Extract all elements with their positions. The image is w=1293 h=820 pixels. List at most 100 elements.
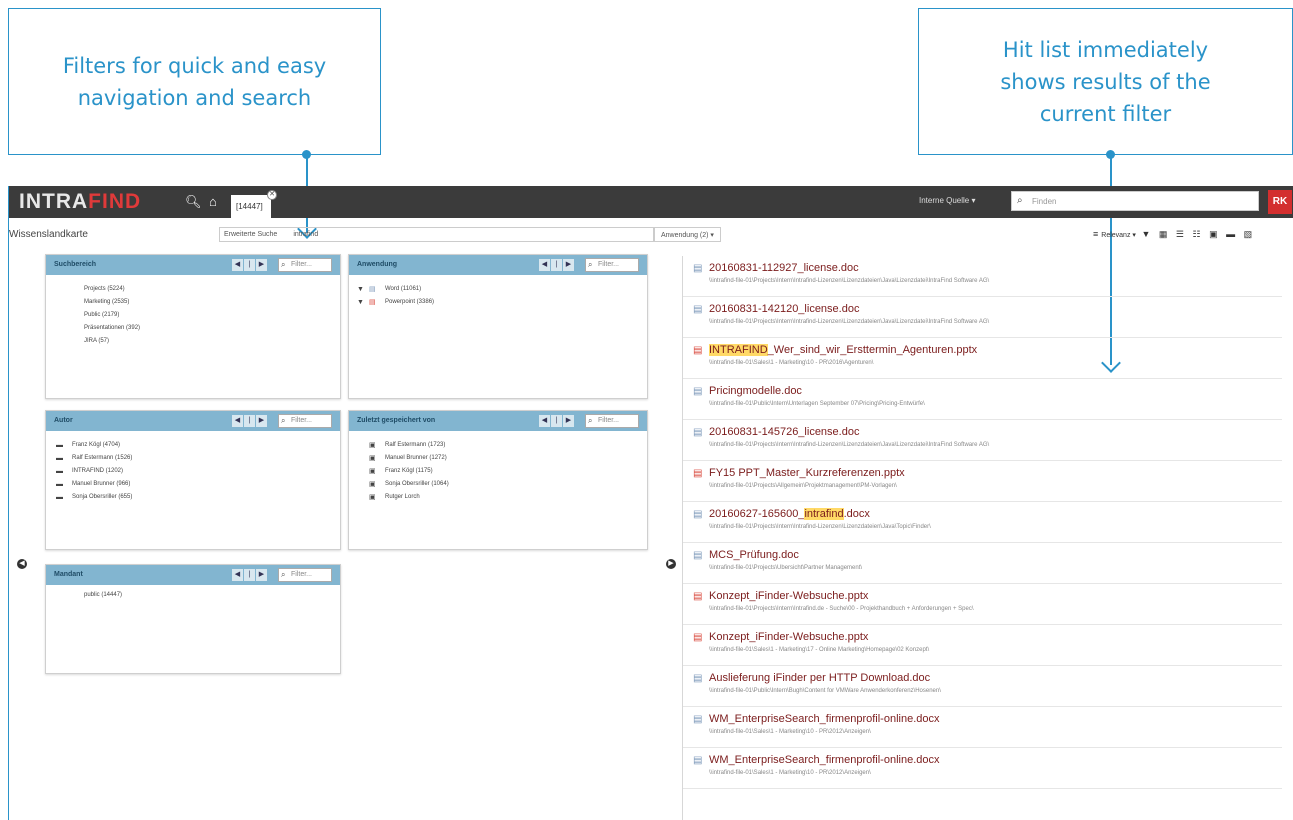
facet-item[interactable]: public (14447) bbox=[46, 589, 340, 602]
tab-results[interactable]: [14447] bbox=[231, 195, 271, 218]
facet-item[interactable]: ▬ Sonja Obersriller (655) bbox=[46, 491, 340, 504]
close-icon[interactable]: ✕ bbox=[267, 190, 277, 200]
hit-item[interactable]: ▤ Auslieferung iFinder per HTTP Download.… bbox=[683, 666, 1282, 707]
hit-title[interactable]: Konzept_iFinder-Websuche.pptx bbox=[709, 631, 868, 643]
hit-item[interactable]: ▤ 20160627-165600_intrafind.docx \\intrafi… bbox=[683, 502, 1282, 543]
export-icon[interactable]: ▧ bbox=[1244, 229, 1256, 239]
facet-panel-mandant: Mandant ◀ | ▶ ⌕ Filter... public (14447) bbox=[45, 564, 341, 674]
save-icon: ▣ bbox=[369, 468, 376, 475]
hit-path: \\intrafind-file-01\Sales\1 - Marketing\… bbox=[709, 770, 871, 776]
facet-item[interactable]: ▬ Manuel Brunner (966) bbox=[46, 478, 340, 491]
grid-view-icon[interactable]: ▦ bbox=[1159, 229, 1171, 239]
save-icon[interactable]: ▣ bbox=[1209, 229, 1221, 239]
hit-item[interactable]: ▤ Pricingmodelle.doc \\intrafind-file-01\P… bbox=[683, 379, 1282, 420]
panel-title: Zuletzt gespeichert von bbox=[357, 417, 436, 424]
panel-filter-input[interactable]: ⌕ Filter... bbox=[585, 258, 639, 272]
sort-dropdown[interactable]: Relevanz ▾ bbox=[1101, 232, 1136, 239]
hit-path: \\intrafind-file-01\Sales\1 - Marketing\… bbox=[709, 729, 871, 735]
advanced-search-field[interactable]: Erweiterte Suche intrafind bbox=[219, 227, 654, 242]
save-icon: ▣ bbox=[369, 455, 376, 462]
list-view-icon[interactable]: ☰ bbox=[1176, 229, 1187, 239]
panel-controls[interactable]: ◀ | ▶ bbox=[232, 259, 268, 271]
hit-title[interactable]: Konzept_iFinder-Websuche.pptx bbox=[709, 590, 868, 602]
facet-item[interactable]: ▬ INTRAFIND (1202) bbox=[46, 465, 340, 478]
facet-item[interactable]: ▣ Rutger Lorch bbox=[349, 491, 647, 504]
facet-item[interactable]: Präsentationen (392) bbox=[46, 322, 340, 335]
hit-item[interactable]: ▤ Konzept_iFinder-Websuche.pptx \\intrafin… bbox=[683, 625, 1282, 666]
hit-title[interactable]: INTRAFIND_Wer_sind_wir_Ersttermin_Agentu… bbox=[709, 344, 977, 356]
facet-item[interactable]: Projects (5224) bbox=[46, 283, 340, 296]
panel-filter-input[interactable]: ⌕ Filter... bbox=[278, 414, 332, 428]
facet-item[interactable]: Public (2179) bbox=[46, 309, 340, 322]
hit-title[interactable]: Pricingmodelle.doc bbox=[709, 385, 802, 397]
application-filter-dropdown[interactable]: Anwendung (2) ▾ bbox=[654, 227, 721, 242]
collapse-left-icon[interactable]: ◀ bbox=[17, 559, 27, 569]
toggle-icon[interactable]: ▬ bbox=[1226, 229, 1238, 239]
hit-title[interactable]: 20160831-142120_license.doc bbox=[709, 303, 859, 315]
facet-item[interactable]: ▬ Ralf Estermann (1526) bbox=[46, 452, 340, 465]
panel-filter-input[interactable]: ⌕ Filter... bbox=[585, 414, 639, 428]
facet-item[interactable]: ▬ Franz Kögl (4704) bbox=[46, 439, 340, 452]
panel-controls[interactable]: ◀ | ▶ bbox=[232, 569, 268, 581]
hit-item[interactable]: ▤ MCS_Prüfung.doc \\intrafind-file-01\Proj… bbox=[683, 543, 1282, 584]
hit-title[interactable]: Auslieferung iFinder per HTTP Download.d… bbox=[709, 672, 930, 684]
word-doc-icon: ▤ bbox=[693, 509, 703, 520]
hit-title[interactable]: 20160831-112927_license.doc bbox=[709, 262, 859, 274]
sub-bar: Wissenslandkarte Erweiterte Suche intrafi… bbox=[9, 218, 1293, 244]
powerpoint-icon: ▤ bbox=[693, 632, 703, 643]
avatar[interactable]: RK bbox=[1268, 190, 1292, 214]
facet-item[interactable]: ▣ Sonja Obersriller (1064) bbox=[349, 478, 647, 491]
hit-title[interactable]: 20160627-165600_intrafind.docx bbox=[709, 508, 870, 520]
search-icon[interactable]: 🔍︎ bbox=[185, 194, 202, 210]
panel-filter-input[interactable]: ⌕ Filter... bbox=[278, 258, 332, 272]
hit-item[interactable]: ▤ 20160831-112927_license.doc \\intrafind-… bbox=[683, 256, 1282, 297]
detail-view-icon[interactable]: ☷ bbox=[1193, 229, 1204, 239]
hit-item[interactable]: ▤ 20160831-145726_license.doc \\intrafind-… bbox=[683, 420, 1282, 461]
facet-item[interactable]: JIRA (57) bbox=[46, 335, 340, 348]
panel-title: Mandant bbox=[54, 571, 83, 578]
view-toolbar[interactable]: ≡Relevanz ▾ ▼ ▦ ☰ ☷ ▣ ▬ ▧ bbox=[1093, 229, 1255, 240]
hit-path: \\intrafind-file-01\Projects\Intern\Intr… bbox=[709, 319, 990, 325]
filter-icon[interactable]: ▼ bbox=[357, 283, 364, 296]
hit-title[interactable]: WM_EnterpriseSearch_firmenprofil-online.… bbox=[709, 754, 939, 766]
hit-path: \\intrafind-file-01\Projects\Intern\Intr… bbox=[709, 524, 931, 530]
hit-path: \\intrafind-file-01\Projects\Intern\Intr… bbox=[709, 606, 974, 612]
powerpoint-icon: ▤ bbox=[693, 345, 703, 356]
source-dropdown[interactable]: Interne Quelle ▾ bbox=[919, 196, 976, 205]
hit-title[interactable]: MCS_Prüfung.doc bbox=[709, 549, 799, 561]
hit-item[interactable]: ▤ WM_EnterpriseSearch_firmenprofil-online… bbox=[683, 707, 1282, 748]
hit-item[interactable]: ▤ 20160831-142120_license.doc \\intrafind-… bbox=[683, 297, 1282, 338]
app-window: INTRAFIND 🔍︎ ⌂ [14447] ✕ Interne Quelle … bbox=[8, 186, 1293, 820]
facet-item[interactable]: ▣ Franz Kögl (1175) bbox=[349, 465, 647, 478]
panel-title: Autor bbox=[54, 417, 73, 424]
word-doc-icon: ▤ bbox=[693, 714, 703, 725]
filter-icon[interactable]: ▼ bbox=[1141, 229, 1153, 239]
hit-item[interactable]: ▤ FY15 PPT_Master_Kurzreferenzen.pptx \\in… bbox=[683, 461, 1282, 502]
hit-item[interactable]: ▤ WM_EnterpriseSearch_firmenprofil-online… bbox=[683, 748, 1282, 789]
facet-item[interactable]: ▼ ▤ Powerpoint (3386) bbox=[349, 296, 647, 309]
facet-item[interactable]: ▼ ▤ Word (11061) bbox=[349, 283, 647, 296]
hit-path: \\intrafind-file-01\Public\Intern\Bugh\C… bbox=[709, 688, 941, 694]
collapse-right-icon[interactable]: ▶ bbox=[666, 559, 676, 569]
facet-panel-suchbereich: Suchbereich ◀ | ▶ ⌕ Filter... Projects (522… bbox=[45, 254, 341, 399]
filter-icon[interactable]: ▼ bbox=[357, 296, 364, 309]
hit-path: \\intrafind-file-01\Sales\1 - Marketing\… bbox=[709, 647, 930, 653]
hit-item[interactable]: ▤ INTRAFIND_Wer_sind_wir_Ersttermin_Agent… bbox=[683, 338, 1282, 379]
word-doc-icon: ▤ bbox=[693, 427, 703, 438]
word-doc-icon: ▤ bbox=[693, 673, 703, 684]
hit-item[interactable]: ▤ Konzept_iFinder-Websuche.pptx \\intrafin… bbox=[683, 584, 1282, 625]
panel-title: Anwendung bbox=[357, 261, 398, 268]
word-doc-icon: ▤ bbox=[693, 304, 703, 315]
facet-item[interactable]: ▣ Ralf Estermann (1723) bbox=[349, 439, 647, 452]
panel-controls[interactable]: ◀ | ▶ bbox=[539, 415, 575, 427]
panel-controls[interactable]: ◀ | ▶ bbox=[539, 259, 575, 271]
hit-title[interactable]: FY15 PPT_Master_Kurzreferenzen.pptx bbox=[709, 467, 905, 479]
home-icon[interactable]: ⌂ bbox=[209, 194, 217, 209]
search-input[interactable]: ⌕ Finden bbox=[1011, 191, 1259, 211]
facet-item[interactable]: Marketing (2535) bbox=[46, 296, 340, 309]
panel-controls[interactable]: ◀ | ▶ bbox=[232, 415, 268, 427]
hit-title[interactable]: 20160831-145726_license.doc bbox=[709, 426, 859, 438]
hit-title[interactable]: WM_EnterpriseSearch_firmenprofil-online.… bbox=[709, 713, 939, 725]
facet-item[interactable]: ▣ Manuel Brunner (1272) bbox=[349, 452, 647, 465]
panel-filter-input[interactable]: ⌕ Filter... bbox=[278, 568, 332, 582]
